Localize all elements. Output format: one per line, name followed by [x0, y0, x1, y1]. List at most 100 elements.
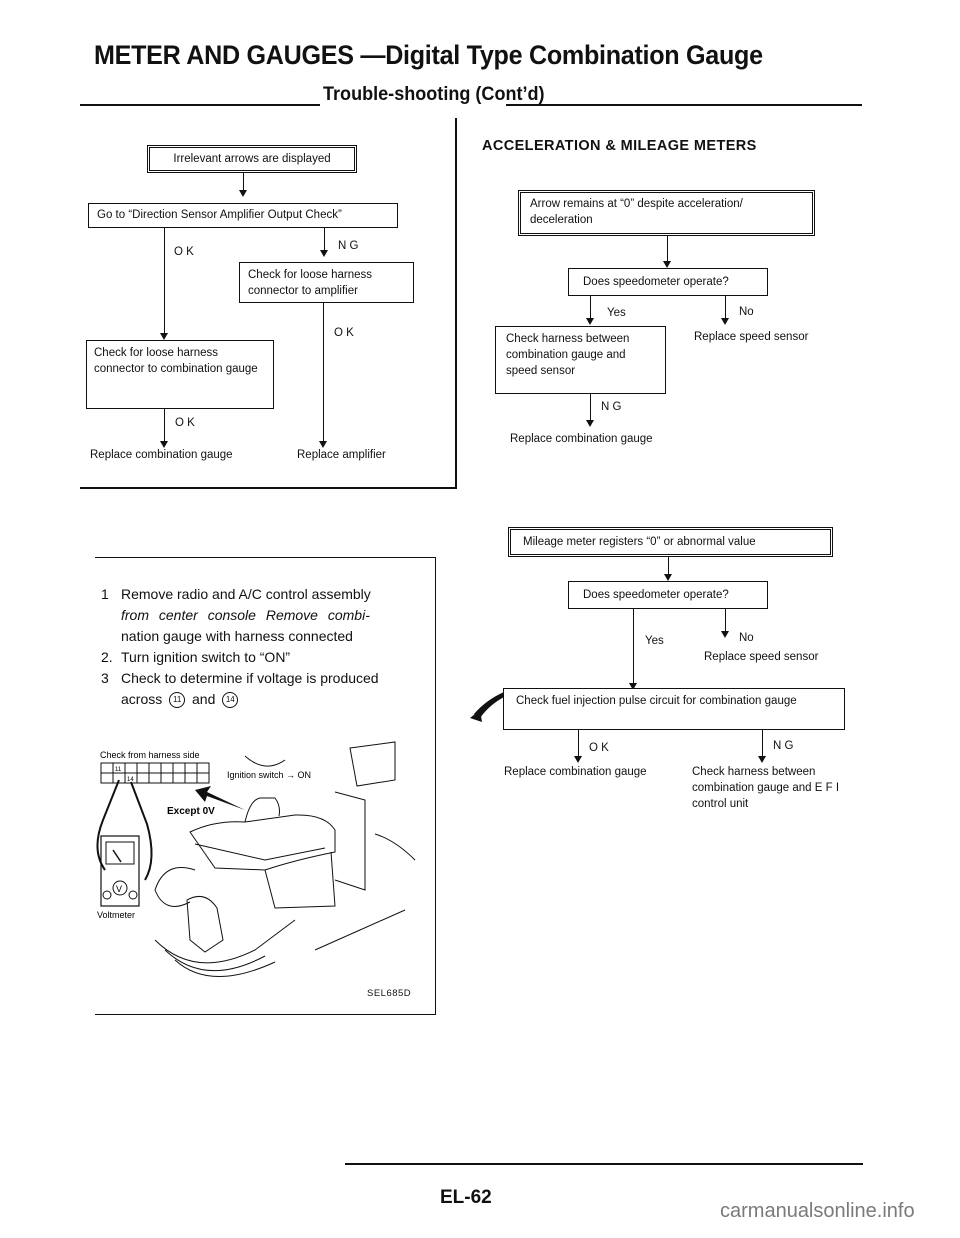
connector — [762, 730, 763, 758]
instruction-text: Remove radio and A/C control assembly fr… — [121, 584, 371, 647]
connector — [667, 236, 668, 262]
connector — [323, 303, 324, 443]
arrow-down-icon — [160, 441, 168, 448]
arrow-down-icon — [574, 756, 582, 763]
section-heading-acceleration-mileage: ACCELERATION & MILEAGE METERS — [482, 138, 757, 154]
left-panel-bottom-border — [80, 487, 457, 489]
page-number: EL-62 — [440, 1187, 492, 1208]
terminal-badge: 11 — [169, 692, 186, 709]
label-ignition-switch: Ignition switch → ON — [227, 770, 311, 780]
flow-result-replace-combination-gauge: Replace combination gauge — [90, 449, 233, 461]
connector — [725, 609, 726, 633]
connector — [164, 228, 165, 336]
label-voltmeter: Voltmeter — [97, 910, 135, 920]
instruction-number: 1 — [101, 586, 109, 602]
instruction-number: 2. — [101, 649, 113, 665]
arrow-down-icon — [319, 441, 327, 448]
instruction-line: Check to determine if voltage is produce… — [121, 670, 379, 686]
arrow-down-icon — [721, 631, 729, 638]
voltmeter-illustration: Check from harness side Ignition switch … — [96, 741, 416, 977]
label-ok: O K — [589, 742, 609, 754]
section-subtitle: Trouble-shooting (Cont’d) — [323, 84, 545, 105]
instruction-word: and — [192, 691, 216, 707]
flow-text-line: Arrow remains at “0” despite acceleratio… — [530, 198, 743, 210]
arrow-down-icon — [320, 250, 328, 257]
probe-lead-icon — [130, 781, 153, 881]
instruction-text: Turn ignition switch to “ON” — [121, 649, 291, 665]
arrow-down-icon — [664, 574, 672, 581]
connector — [578, 730, 579, 758]
flow-result-replace-speed-sensor: Replace speed sensor — [694, 331, 809, 343]
instruction-item-2: 2. Turn ignition switch to “ON” — [101, 647, 421, 668]
flow-box-check-fuel-injection-pulse: Check fuel injection pulse circuit for c… — [503, 688, 845, 730]
left-panel-right-border — [455, 118, 457, 488]
label-ok: O K — [175, 417, 195, 429]
flow-box-check-harness-speed-sensor: Check harness between combination gauge … — [495, 326, 666, 394]
figure-code: SEL685D — [367, 988, 412, 999]
flow-result-replace-speed-sensor: Replace speed sensor — [704, 651, 819, 663]
flow-step-direction-sensor: Go to “Direction Sensor Amplifier Output… — [88, 203, 398, 228]
gear-shifter-icon — [154, 867, 406, 977]
flow-result-check-harness-efi: Check harness between combination gauge … — [692, 764, 847, 812]
flow-box-check-gauge-connector: Check for loose harness connector to com… — [86, 340, 274, 409]
arrow-down-icon — [663, 261, 671, 268]
connector — [668, 557, 669, 575]
instruction-line: from center console Remove combi- — [121, 607, 370, 623]
subtitle-rule-right — [506, 104, 862, 106]
connector — [243, 173, 244, 191]
combination-gauge-icon — [189, 741, 416, 909]
arrow-down-icon — [758, 756, 766, 763]
label-ok: O K — [334, 327, 354, 339]
instruction-text: Check to determine if voltage is produce… — [121, 668, 379, 710]
pin-label: 14 — [127, 777, 134, 783]
label-ok: O K — [174, 246, 194, 258]
arrow-down-icon — [239, 190, 247, 197]
label-ng: N G — [338, 240, 359, 252]
instruction-line: across 11 and 14 — [121, 689, 379, 710]
flow-start-irrelevant-arrows: Irrelevant arrows are displayed — [147, 145, 357, 173]
flow-start-mileage-meter-zero: Mileage meter registers “0” or abnormal … — [508, 527, 833, 557]
connector — [164, 409, 165, 441]
flow-result-replace-combination-gauge: Replace combination gauge — [504, 764, 654, 780]
connector — [633, 609, 634, 685]
label-except-0v: Except 0V — [167, 806, 215, 817]
label-ng: N G — [773, 740, 794, 752]
page-title: METER AND GAUGES —Digital Type Combinati… — [94, 40, 763, 70]
instruction-line: Remove radio and A/C control assembly — [121, 586, 371, 602]
instruction-item-1: 1 Remove radio and A/C control assembly … — [101, 584, 421, 647]
connector — [590, 296, 591, 320]
flow-text-line: deceleration — [530, 214, 593, 226]
footer-rule — [345, 1163, 863, 1165]
flow-question-speedometer-operate: Does speedometer operate? — [568, 581, 768, 609]
connector — [590, 394, 591, 422]
connector — [324, 228, 325, 251]
watermark: carmanualsonline.info — [720, 1200, 915, 1222]
voltmeter-icon — [100, 835, 140, 907]
flow-result-replace-amplifier: Replace amplifier — [297, 449, 386, 461]
label-yes: Yes — [607, 307, 626, 319]
flow-question-speedometer-operate: Does speedometer operate? — [568, 268, 768, 296]
instruction-item-3: 3 Check to determine if voltage is produ… — [101, 668, 421, 710]
label-yes: Yes — [645, 635, 664, 647]
label-no: No — [739, 632, 754, 644]
arrow-down-icon — [586, 420, 594, 427]
instruction-line: nation gauge with harness connected — [121, 628, 353, 644]
flow-start-arrow-remains-zero: Arrow remains at “0” despite acceleratio… — [518, 190, 815, 236]
harness-connector-icon — [100, 762, 210, 784]
instruction-word: across — [121, 691, 163, 707]
label-no: No — [739, 306, 754, 318]
instruction-list: 1 Remove radio and A/C control assembly … — [101, 584, 421, 710]
label-check-harness-side: Check from harness side — [100, 750, 200, 760]
arrow-down-icon — [586, 318, 594, 325]
arrow-down-icon — [721, 318, 729, 325]
arrow-down-icon — [160, 333, 168, 340]
label-ng: N G — [601, 401, 622, 413]
instruction-number: 3 — [101, 670, 109, 686]
subtitle-rule-left — [80, 104, 320, 106]
terminal-badge: 14 — [222, 692, 239, 709]
meter-symbol: V — [116, 884, 122, 894]
flow-box-check-amplifier-connector: Check for loose harness connector to amp… — [239, 262, 414, 303]
pin-label: 11 — [115, 767, 122, 773]
flow-result-replace-combination-gauge: Replace combination gauge — [510, 433, 653, 445]
connector — [725, 296, 726, 320]
